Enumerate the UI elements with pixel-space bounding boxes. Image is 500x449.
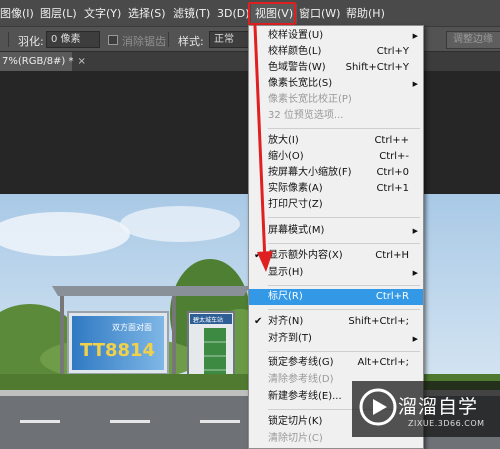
menu-layer[interactable]: 图层(L) (40, 6, 77, 22)
menu-item-extras[interactable]: ✔ 显示额外内容(X) Ctrl+H (249, 248, 423, 264)
menu-divider (268, 243, 420, 244)
options-separator (8, 32, 9, 47)
menu-divider (268, 128, 420, 129)
watermark: 溜溜自学 ZIXUE.3D66.COM (352, 381, 500, 437)
menu-divider (268, 351, 420, 352)
submenu-arrow-icon: ▶ (412, 32, 418, 40)
antialias-checkbox[interactable] (108, 35, 118, 45)
menu-divider (268, 285, 420, 286)
antialias-label: 消除锯齿 (122, 35, 166, 48)
menu-item-label: 像素长宽比(S) (268, 78, 333, 89)
menu-item-zoom-in[interactable]: 放大(I) Ctrl++ (249, 133, 423, 149)
menu-item-label: 锁定参考线(G) (268, 357, 334, 368)
menu-item-label: 清除切片(C) (268, 433, 323, 444)
options-separator (168, 32, 169, 47)
menu-item-shortcut: Ctrl+H (375, 250, 409, 261)
close-icon[interactable]: × (78, 56, 86, 67)
submenu-arrow-icon: ▶ (412, 80, 418, 88)
menu-item-shortcut: Ctrl+R (375, 291, 409, 302)
billboard-line1: 双方面对面 (112, 322, 152, 332)
menu-item-lock-guides[interactable]: 锁定参考线(G) Alt+Ctrl+; (249, 355, 423, 371)
menu-item-shortcut: Shift+Ctrl+; (348, 316, 409, 327)
refine-edge-button[interactable]: 调整边缘 (446, 31, 500, 49)
menu-item-label: 显示(H) (268, 267, 304, 278)
menu-type[interactable]: 文字(Y) (84, 6, 121, 22)
billboard-line2: TT8814 (80, 340, 155, 361)
menu-item-label: 显示额外内容(X) (268, 250, 343, 261)
menu-help[interactable]: 帮助(H) (346, 6, 385, 22)
menu-item-label: 屏幕模式(M) (268, 225, 325, 236)
menu-divider (268, 217, 420, 218)
style-label: 样式: (178, 35, 204, 48)
menu-item-label: 像素长宽比校正(P) (268, 94, 352, 105)
menu-item-shortcut: Ctrl+0 (376, 167, 409, 178)
feather-label: 羽化: (18, 35, 44, 48)
menu-item-label: 缩小(O) (268, 151, 304, 162)
menu-item-label: 32 位预览选项... (268, 110, 344, 121)
menu-select[interactable]: 选择(S) (128, 6, 166, 22)
view-menu-highlight-box (248, 2, 296, 25)
menu-item-label: 新建参考线(E)... (268, 391, 342, 402)
menu-item-label: 打印尺寸(Z) (268, 199, 323, 210)
menu-item-label: 对齐(N) (268, 316, 304, 327)
menu-item-snap-to[interactable]: 对齐到(T) ▶ (249, 331, 423, 347)
menu-item-label: 实际像素(A) (268, 183, 323, 194)
style-select[interactable]: 正常 (209, 31, 249, 48)
menu-item-actual-pixels[interactable]: 实际像素(A) Ctrl+1 (249, 181, 423, 197)
menu-window[interactable]: 窗口(W) (299, 6, 340, 22)
menu-item-shortcut: Ctrl+1 (376, 183, 409, 194)
menu-item-zoom-out[interactable]: 缩小(O) Ctrl+- (249, 149, 423, 165)
menu-filter[interactable]: 滤镜(T) (173, 6, 210, 22)
menu-item-shortcut: Ctrl+- (379, 151, 409, 162)
watermark-url: ZIXUE.3D66.COM (408, 419, 485, 428)
menu-item-proof-setup[interactable]: 校样设置(U) ▶ (249, 28, 423, 44)
document-tab[interactable]: 7%(RGB/8#) * × (0, 52, 86, 71)
document-tab-title: 7%(RGB/8#) * (2, 56, 74, 67)
checkmark-icon: ✔ (254, 250, 263, 261)
menu-item-show[interactable]: 显示(H) ▶ (249, 265, 423, 281)
menu-item-label: 清除参考线(D) (268, 374, 334, 385)
menu-image[interactable]: 图像(I) (0, 6, 34, 22)
menu-item-shortcut: Shift+Ctrl+Y (345, 62, 409, 73)
checkmark-icon: ✔ (254, 316, 263, 327)
menu-item-snap[interactable]: ✔ 对齐(N) Shift+Ctrl+; (249, 314, 423, 330)
submenu-arrow-icon: ▶ (412, 227, 418, 235)
menu-item-label: 按屏幕大小缩放(F) (268, 167, 352, 178)
menu-item-label: 校样颜色(L) (268, 46, 322, 57)
submenu-arrow-icon: ▶ (412, 269, 418, 277)
menu-item-screen-mode[interactable]: 屏幕模式(M) ▶ (249, 223, 423, 239)
feather-input[interactable]: 0 像素 (46, 31, 100, 48)
menu-item-shortcut: Ctrl+Y (376, 46, 409, 57)
menu-item-label: 放大(I) (268, 135, 299, 146)
menu-3d[interactable]: 3D(D) (217, 6, 250, 22)
menu-item-pixel-aspect-correction: 像素长宽比校正(P) (249, 92, 423, 108)
menu-item-print-size[interactable]: 打印尺寸(Z) (249, 197, 423, 213)
menu-item-fit-on-screen[interactable]: 按屏幕大小缩放(F) Ctrl+0 (249, 165, 423, 181)
menu-item-label: 校样设置(U) (268, 30, 324, 41)
menu-item-label: 标尺(R) (268, 291, 303, 302)
menu-item-proof-colors[interactable]: 校样颜色(L) Ctrl+Y (249, 44, 423, 60)
menu-item-pixel-aspect[interactable]: 像素长宽比(S) ▶ (249, 76, 423, 92)
submenu-arrow-icon: ▶ (412, 335, 418, 343)
menu-item-shortcut: Alt+Ctrl+; (357, 357, 409, 368)
menu-item-shortcut: Ctrl++ (374, 135, 409, 146)
sign-title: 碧太城车站 (193, 316, 223, 324)
menu-item-label: 锁定切片(K) (268, 416, 323, 427)
menu-item-rulers[interactable]: 标尺(R) Ctrl+R (249, 289, 423, 305)
watermark-brand: 溜溜自学 (398, 396, 479, 418)
menu-item-label: 对齐到(T) (268, 333, 312, 344)
menu-item-label: 色域警告(W) (268, 62, 326, 73)
menu-item-gamut-warning[interactable]: 色域警告(W) Shift+Ctrl+Y (249, 60, 423, 76)
menu-divider (268, 309, 420, 310)
play-logo-icon (359, 388, 397, 426)
menu-item-32bit-preview: 32 位预览选项... (249, 108, 423, 124)
